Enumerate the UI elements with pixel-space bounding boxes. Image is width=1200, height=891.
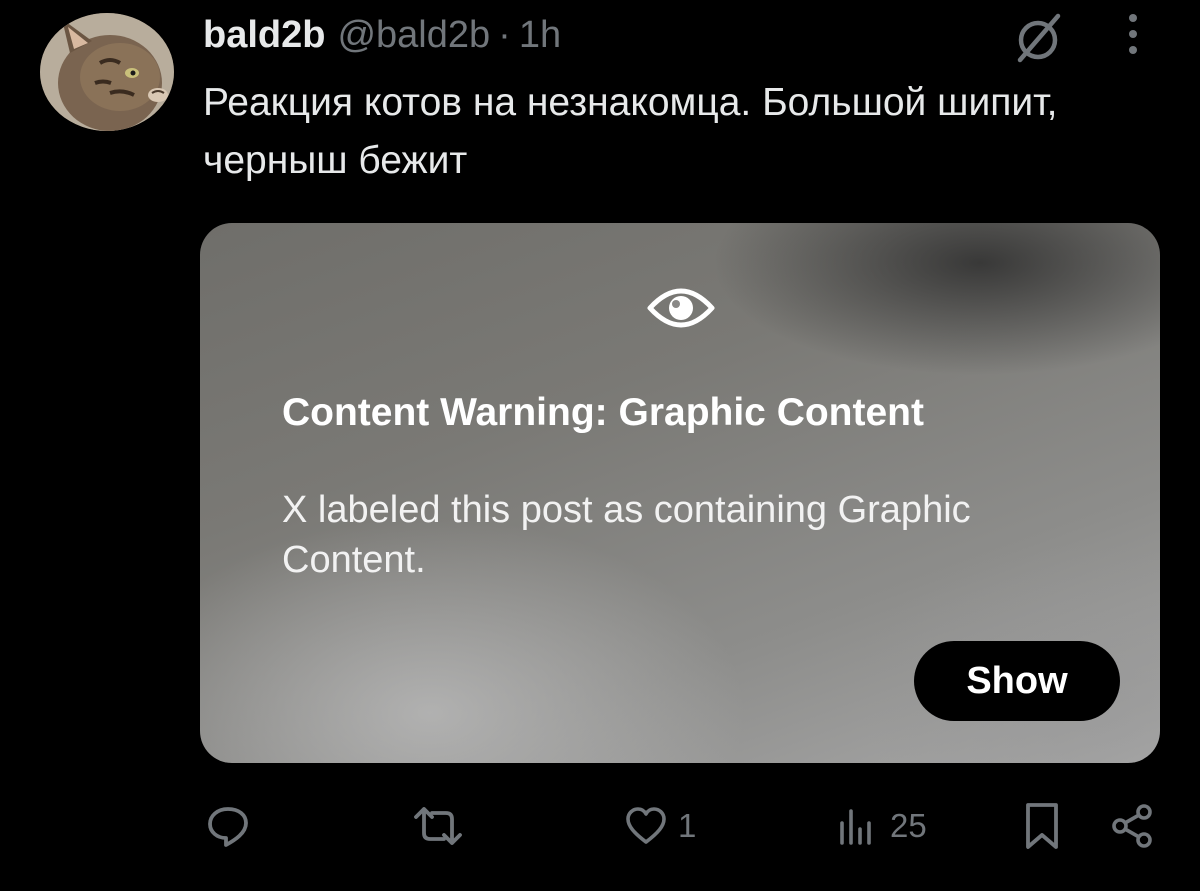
heart-icon (626, 807, 666, 844)
content-warning-card[interactable]: Content Warning: Graphic Content X label… (200, 223, 1160, 763)
cat-avatar-icon (40, 13, 174, 131)
like-button[interactable]: 1 (624, 800, 696, 852)
post-time[interactable]: 1h (519, 14, 561, 57)
reply-button[interactable] (205, 800, 261, 852)
post-header: bald2b @bald2b · 1h (203, 10, 561, 60)
warning-body: X labeled this post as containing Graphi… (282, 489, 971, 581)
share-button[interactable] (1108, 800, 1156, 852)
repost-button[interactable] (410, 800, 476, 852)
warning-title: Content Warning: Graphic Content (282, 391, 924, 434)
post-text: Реакция котов на незнакомца. Большой шип… (203, 81, 1058, 182)
reply-icon (208, 807, 248, 847)
share-icon (1112, 804, 1152, 848)
avatar[interactable] (40, 13, 174, 131)
more-icon[interactable] (1118, 10, 1148, 60)
repost-icon (414, 807, 462, 845)
show-button[interactable]: Show (914, 641, 1120, 721)
post[interactable]: bald2b @bald2b · 1h Реакция котов на нез… (0, 0, 1200, 891)
user-handle[interactable]: @bald2b (337, 14, 490, 57)
views-icon (840, 809, 871, 845)
display-name[interactable]: bald2b (203, 14, 325, 57)
like-count: 1 (678, 807, 697, 844)
grok-icon[interactable] (1008, 8, 1068, 68)
bookmark-button[interactable] (1020, 800, 1064, 852)
eye-icon (647, 288, 715, 328)
bookmark-icon (1026, 803, 1058, 849)
views-button[interactable]: 25 (834, 800, 927, 852)
separator-dot: · (498, 13, 511, 56)
views-count: 25 (890, 807, 927, 844)
